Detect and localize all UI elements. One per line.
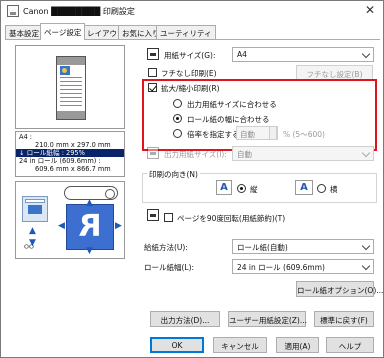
tab-page-setup[interactable]: ページ設定 [40, 23, 86, 40]
info-original-dims: 210.0 mm x 297.0 mm [35, 141, 111, 149]
scaling-label: 拡大/縮小印刷(R) [161, 84, 220, 93]
roll-width-value: 24 in ロール (609.6mm) [237, 263, 325, 272]
ratio-spin-buttons[interactable] [269, 126, 277, 140]
chevron-down-icon [361, 49, 371, 59]
rotate90-label: ページを90度回転(用紙節約)(T) [177, 214, 286, 223]
preview-image-icon [60, 66, 70, 75]
feed-value: ロール紙(自動) [237, 243, 288, 252]
arrow-up-icon: ▲ [29, 226, 36, 236]
title-bar: Canon ████████ 印刷設定 ✕ [1, 1, 383, 21]
roll-options-button[interactable]: ロール紙オプション(O)... [296, 281, 383, 297]
tab-utility[interactable]: ユーティリティ [156, 25, 216, 39]
media-preview: ▲ ▼ R ▲ ▼ ◀ ▶ ᴼᴼ [15, 181, 125, 259]
print-settings-window: Canon ████████ 印刷設定 ✕ 基本設定 ページ設定 レイアウト お… [0, 0, 384, 358]
specify-ratio-radio[interactable] [173, 129, 182, 138]
rotate-icon [147, 209, 159, 221]
roll-width-label: ロール紙幅(L): [144, 263, 195, 272]
borderless-label: フチなし印刷(E) [161, 69, 217, 78]
output-size-select[interactable]: 自動 [232, 146, 374, 161]
preview-text-lines [60, 77, 82, 107]
ok-button[interactable]: OK [150, 337, 204, 353]
reset-defaults-button[interactable]: 標準に戻す(F) [314, 311, 374, 327]
preview-paper [56, 56, 86, 120]
help-button[interactable]: ヘルプ [326, 337, 374, 353]
close-icon[interactable]: ✕ [365, 3, 375, 17]
printer-icon [22, 196, 48, 222]
fit-roll-width-label: ロール紙の幅に合わせる [187, 115, 270, 124]
portrait-label: 縦 [250, 185, 258, 194]
portrait-radio[interactable] [237, 184, 246, 193]
tab-basic[interactable]: 基本設定 [5, 25, 43, 39]
user-paper-settings-button[interactable]: ユーザー用紙設定(Z)... [228, 311, 307, 327]
landscape-label: 横 [330, 185, 338, 194]
scaling-checkbox[interactable] [148, 83, 157, 92]
arrow-top-icon: ▲ [86, 198, 93, 208]
arrow-right-icon: ▶ [115, 221, 122, 231]
specify-ratio-label: 倍率を指定する [187, 130, 240, 139]
feed-label: 給紙方法(U): [144, 243, 188, 252]
tab-bar: 基本設定 ページ設定 レイアウト お気に入り ユーティリティ [5, 23, 381, 40]
info-roll-width-ratio: ↓ ロール紙幅 : 295% [16, 149, 124, 157]
info-original-size: A4 : [19, 133, 33, 141]
rotate90-checkbox[interactable] [164, 213, 173, 222]
fit-roll-width-radio[interactable] [173, 114, 182, 123]
paper-size-label: 用紙サイズ(G): [164, 51, 216, 60]
feed-select[interactable]: ロール紙(自動) [232, 239, 374, 254]
roll-width-select[interactable]: 24 in ロール (609.6mm) [232, 259, 374, 274]
window-title: Canon ████████ 印刷設定 [23, 7, 135, 16]
fit-output-size-radio[interactable] [173, 99, 182, 108]
output-size-value: 自動 [237, 150, 252, 159]
paper-size-value: A4 [237, 50, 247, 59]
paper-size-select[interactable]: A4 [232, 47, 374, 62]
chevron-down-icon [361, 241, 371, 251]
preview-bottom-strip [57, 111, 85, 119]
fit-output-size-label: 出力用紙サイズに合わせる [187, 100, 277, 109]
paper-size-icon [147, 48, 159, 60]
arrow-left-icon: ◀ [58, 221, 65, 231]
landscape-icon: A [295, 180, 313, 195]
printer-app-icon [7, 5, 19, 17]
apply-button[interactable]: 適用(A) [276, 337, 319, 353]
cancel-button[interactable]: キャンセル [213, 337, 267, 353]
output-size-icon [147, 147, 159, 159]
preview-top-strip [57, 57, 85, 65]
chevron-down-icon [361, 261, 371, 271]
chevron-down-icon [361, 148, 371, 158]
arrow-bottom-icon: ▼ [86, 246, 93, 256]
info-roll: 24 in ロール (609.6mm) : [19, 157, 101, 165]
borderless-checkbox[interactable] [148, 68, 157, 77]
page-preview [15, 45, 125, 129]
output-size-label: 出力用紙サイズ(I): [164, 150, 227, 159]
landscape-radio[interactable] [317, 184, 326, 193]
portrait-icon: A [216, 180, 232, 195]
ratio-range-label: % (5〜600) [283, 130, 325, 139]
info-output-dims: 609.6 mm x 866.7 mm [35, 165, 111, 173]
size-info-panel: A4 : 210.0 mm x 297.0 mm ↓ ロール紙幅 : 295% … [15, 131, 125, 177]
orientation-r-icon: R [66, 204, 114, 250]
orientation-label: 印刷の向き(N) [147, 169, 200, 180]
output-method-button[interactable]: 出力方法(D)... [150, 311, 220, 327]
roll-holder-icon: ᴼᴼ [24, 244, 34, 255]
